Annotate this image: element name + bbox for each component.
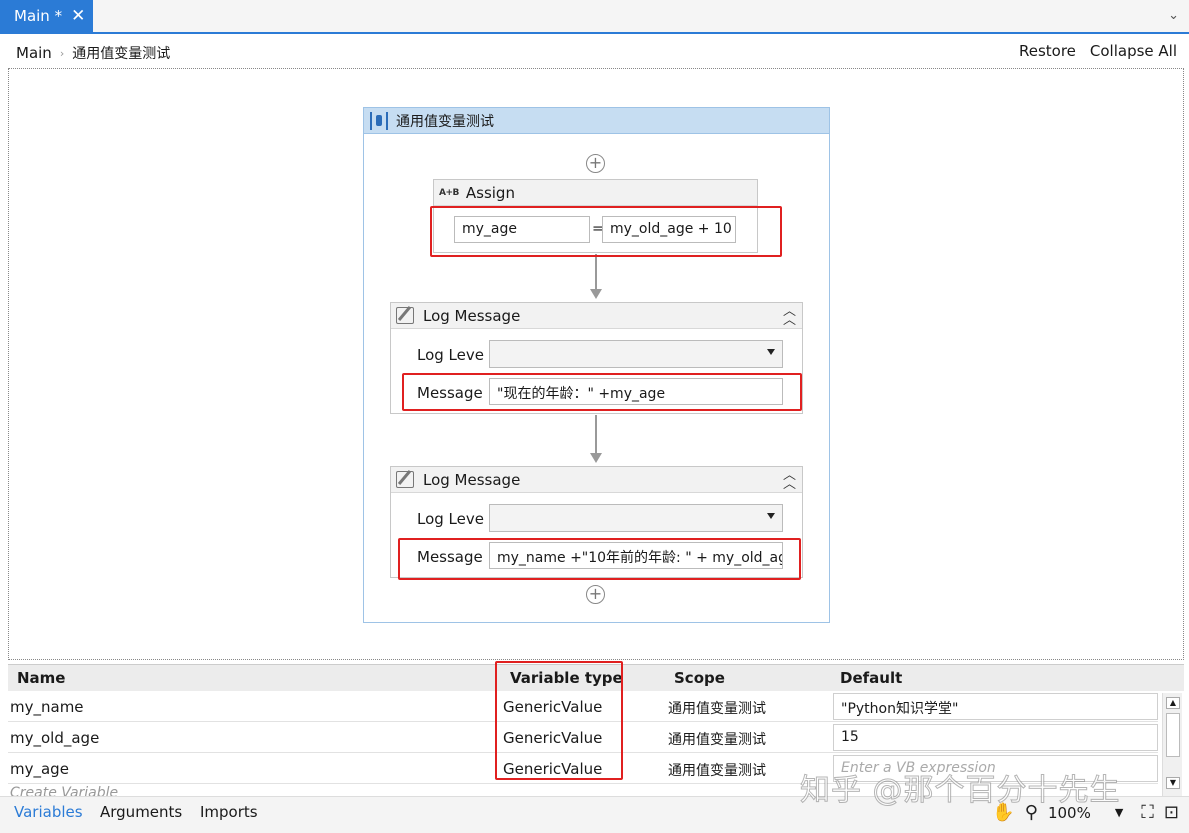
tab-imports[interactable]: Imports: [200, 803, 258, 821]
zoom-controls: ✋ ⚲ 100% ▼ ⛶ ⊡: [992, 802, 1179, 823]
bottom-bar: Variables Arguments Imports ✋ ⚲ 100% ▼ ⛶…: [0, 796, 1189, 833]
log-message-activity[interactable]: Log Message ︿ ︿ Log Leve Message my_name …: [390, 466, 803, 578]
sequence-header[interactable]: 通用值变量测试: [364, 108, 829, 134]
column-header-name[interactable]: Name: [17, 669, 65, 687]
restore-button[interactable]: Restore: [1019, 42, 1076, 60]
variable-name[interactable]: my_age: [10, 760, 69, 778]
create-variable-row[interactable]: Create Variable: [10, 785, 118, 796]
assign-activity[interactable]: A+B Assign my_age = my_old_age + 10: [433, 179, 758, 253]
variables-header-row: Name Variable type Scope Default: [8, 665, 1184, 691]
assign-icon: A+B: [439, 187, 459, 198]
breadcrumb-root[interactable]: Main: [16, 44, 52, 62]
connector-line: [595, 415, 597, 453]
zoom-dropdown-arrow-icon[interactable]: ▼: [1115, 806, 1123, 819]
designer-canvas[interactable]: 通用值变量测试 + A+B Assign my_age = my_old_age…: [8, 68, 1184, 660]
log-level-dropdown[interactable]: [489, 340, 783, 368]
log-message-icon: [396, 471, 414, 488]
sequence-icon: [370, 111, 388, 130]
collapse-chevron-icon[interactable]: ︿ ︿: [783, 305, 796, 327]
breadcrumb-separator-icon: ›: [59, 46, 65, 60]
log-level-dropdown[interactable]: [489, 504, 783, 532]
log-message-header[interactable]: Log Message ︿ ︿: [391, 467, 802, 493]
variable-type[interactable]: GenericValue: [503, 698, 602, 716]
variable-scope[interactable]: 通用值变量测试: [668, 698, 766, 718]
close-icon[interactable]: ✕: [71, 7, 85, 25]
variable-scope[interactable]: 通用值变量测试: [668, 729, 766, 749]
sequence-title: 通用值变量测试: [396, 113, 494, 130]
scroll-up-icon[interactable]: ▲: [1166, 697, 1180, 709]
log-level-label: Log Leve: [417, 346, 484, 364]
dropdown-arrow-icon: [767, 513, 775, 519]
add-activity-plus-icon[interactable]: +: [586, 154, 605, 173]
variable-name[interactable]: my_name: [10, 698, 84, 716]
assign-title: Assign: [465, 183, 515, 202]
message-input[interactable]: "现在的年龄：" +my_age: [489, 378, 783, 405]
add-activity-plus-icon[interactable]: +: [586, 585, 605, 604]
table-row[interactable]: my_name GenericValue 通用值变量测试 "Python知识学堂…: [8, 691, 1158, 722]
log-message-title: Log Message: [423, 470, 521, 489]
scroll-thumb[interactable]: [1166, 713, 1180, 757]
connector-arrow-icon: [590, 453, 602, 463]
assign-to-input[interactable]: my_age: [454, 216, 590, 243]
breadcrumb: Main › 通用值变量测试: [16, 43, 170, 63]
dropdown-arrow-icon: [767, 349, 775, 355]
log-message-icon: [396, 307, 414, 324]
hand-pan-icon[interactable]: ✋: [992, 802, 1014, 823]
log-level-label: Log Leve: [417, 510, 484, 528]
scroll-down-icon[interactable]: ▼: [1166, 777, 1180, 789]
overview-map-icon[interactable]: ⊡: [1164, 802, 1179, 823]
connector-line: [595, 254, 597, 290]
variable-default-input[interactable]: "Python知识学堂": [833, 693, 1158, 720]
breadcrumb-actions: Restore Collapse All: [1019, 42, 1177, 60]
table-row[interactable]: my_old_age GenericValue 通用值变量测试 15: [8, 722, 1158, 753]
variable-type[interactable]: GenericValue: [503, 760, 602, 778]
variable-default-input[interactable]: Enter a VB expression: [833, 755, 1158, 782]
variables-panel: Name Variable type Scope Default my_name…: [8, 664, 1184, 796]
collapse-chevron-icon[interactable]: ︿ ︿: [783, 469, 796, 491]
message-label: Message: [417, 548, 483, 566]
log-message-title: Log Message: [423, 306, 521, 325]
assign-header[interactable]: A+B Assign: [434, 180, 757, 206]
message-label: Message: [417, 384, 483, 402]
column-header-scope[interactable]: Scope: [674, 669, 725, 687]
connector-arrow-icon: [590, 289, 602, 299]
tab-variables[interactable]: Variables: [14, 803, 83, 821]
tab-main[interactable]: Main * ✕: [0, 0, 93, 32]
variable-name[interactable]: my_old_age: [10, 729, 99, 747]
breadcrumb-bar: Main › 通用值变量测试 Restore Collapse All: [0, 34, 1189, 68]
variable-default-input[interactable]: 15: [833, 724, 1158, 751]
tab-main-label: Main *: [14, 7, 63, 25]
collapse-all-button[interactable]: Collapse All: [1090, 42, 1177, 60]
variables-scrollbar[interactable]: ▲ ▼: [1162, 693, 1182, 796]
zoom-magnifier-icon[interactable]: ⚲: [1025, 802, 1038, 823]
message-input[interactable]: my_name +"10年前的年龄: " + my_old_age: [489, 542, 783, 569]
document-tab-strip: Main * ✕ ⌄: [0, 0, 1189, 34]
log-message-activity[interactable]: Log Message ︿ ︿ Log Leve Message "现在的年龄："…: [390, 302, 803, 414]
variable-scope[interactable]: 通用值变量测试: [668, 760, 766, 780]
column-header-variable-type[interactable]: Variable type: [510, 669, 623, 687]
zoom-level[interactable]: 100%: [1048, 804, 1091, 822]
table-row[interactable]: my_age GenericValue 通用值变量测试 Enter a VB e…: [8, 753, 1158, 784]
fit-to-screen-icon[interactable]: ⛶: [1141, 802, 1154, 823]
breadcrumb-current[interactable]: 通用值变量测试: [72, 43, 170, 63]
column-header-default[interactable]: Default: [840, 669, 902, 687]
log-message-header[interactable]: Log Message ︿ ︿: [391, 303, 802, 329]
sequence-activity[interactable]: 通用值变量测试 + A+B Assign my_age = my_old_age…: [363, 107, 830, 623]
tab-arguments[interactable]: Arguments: [100, 803, 182, 821]
assign-value-input[interactable]: my_old_age + 10: [602, 216, 736, 243]
variable-type[interactable]: GenericValue: [503, 729, 602, 747]
chevron-down-icon[interactable]: ⌄: [1168, 8, 1179, 23]
